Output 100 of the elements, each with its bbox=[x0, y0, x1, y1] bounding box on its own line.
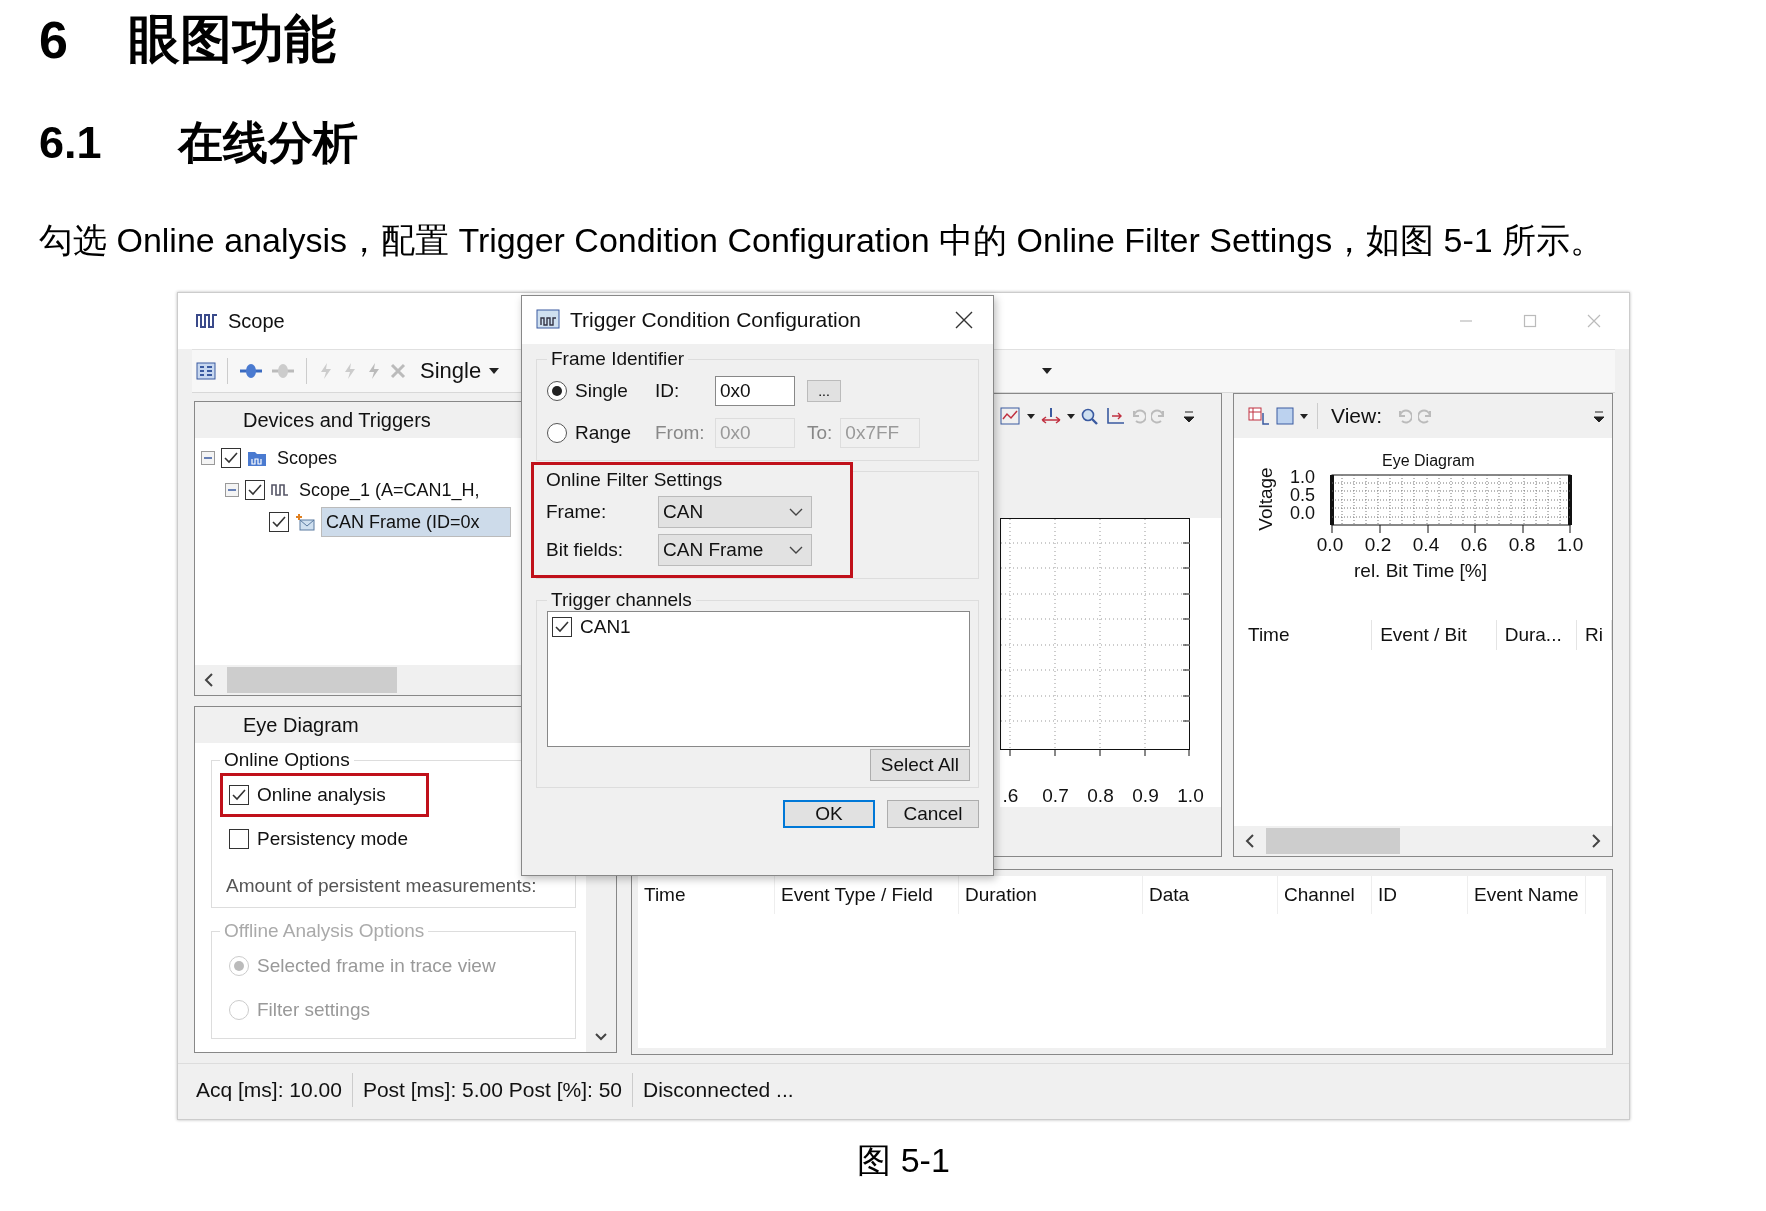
caret-icon[interactable] bbox=[1067, 413, 1075, 419]
column-header[interactable]: ID bbox=[1372, 876, 1468, 914]
group-title: Trigger channels bbox=[550, 589, 693, 611]
checkbox[interactable] bbox=[269, 512, 289, 532]
radio-button[interactable] bbox=[547, 423, 567, 443]
chevron-right-icon[interactable] bbox=[1590, 833, 1602, 849]
tree-item[interactable]: Scopes bbox=[273, 444, 463, 472]
dialog-title: Trigger Condition Configuration bbox=[570, 308, 862, 332]
scrollbar[interactable] bbox=[1234, 826, 1612, 856]
tick-label: 0.8 bbox=[1086, 785, 1115, 807]
close-icon[interactable] bbox=[955, 311, 973, 329]
column-header[interactable]: Time bbox=[1240, 620, 1373, 650]
zoom-icon[interactable] bbox=[1080, 407, 1100, 425]
folder-icon bbox=[247, 449, 267, 467]
status-text: Acq [ms]: 10.00 bbox=[186, 1073, 353, 1107]
axis-label: Voltage bbox=[1254, 467, 1277, 531]
tick-label: 0.4 bbox=[1411, 534, 1441, 556]
tick-label: .6 bbox=[1001, 785, 1020, 807]
tick-label: 1.0 bbox=[1290, 468, 1317, 486]
overflow-icon[interactable] bbox=[1592, 408, 1606, 424]
field-label: Frame: bbox=[546, 501, 608, 523]
radio-button[interactable] bbox=[547, 381, 567, 401]
tick-label: 0.9 bbox=[1131, 785, 1160, 807]
caret-icon[interactable] bbox=[1027, 413, 1035, 419]
axis-icon[interactable] bbox=[1105, 407, 1125, 425]
collapse-icon[interactable] bbox=[201, 451, 215, 465]
group-title: Offline Analysis Options bbox=[223, 920, 426, 942]
caret-icon[interactable] bbox=[1300, 413, 1308, 419]
cancel-button[interactable]: Cancel bbox=[887, 800, 979, 828]
radio-label: Selected frame in trace view bbox=[257, 955, 496, 977]
chevron-left-icon[interactable] bbox=[203, 672, 215, 688]
column-header[interactable]: Data bbox=[1143, 876, 1278, 914]
tick-label: 1.0 bbox=[1176, 785, 1205, 807]
section-title: 眼图功能 bbox=[127, 9, 336, 70]
overflow-icon[interactable] bbox=[1182, 408, 1196, 424]
section-title: 在线分析 bbox=[177, 116, 358, 170]
wave-icon bbox=[271, 482, 289, 498]
collapse-icon[interactable] bbox=[225, 483, 239, 497]
panel-title: Devices and Triggers bbox=[243, 408, 431, 432]
column-header[interactable]: Ri bbox=[1577, 620, 1612, 650]
mode-dropdown[interactable]: Single bbox=[420, 358, 482, 384]
chevron-down-icon[interactable] bbox=[594, 1032, 608, 1042]
chevron-down-icon bbox=[789, 545, 803, 555]
chart-icon[interactable] bbox=[1000, 407, 1022, 425]
connect-icon[interactable] bbox=[239, 363, 263, 379]
column-header[interactable]: Event / Bit bbox=[1372, 620, 1497, 650]
status-text: Disconnected ... bbox=[642, 1077, 795, 1103]
column-header[interactable]: Dura... bbox=[1496, 620, 1578, 650]
caret-icon[interactable] bbox=[1042, 368, 1052, 374]
tree-item[interactable]: CAN Frame (ID=0x bbox=[321, 507, 511, 537]
checkbox[interactable] bbox=[245, 480, 265, 500]
checkbox[interactable] bbox=[221, 448, 241, 468]
field-label: ID: bbox=[655, 380, 681, 402]
paragraph: 勾选 Online analysis，配置 Trigger Condition Configuration 中的 Online Filter Settings，如图 5-1 所示。 bbox=[39, 220, 1606, 261]
tick-label: 1.0 bbox=[1555, 534, 1585, 556]
chart-title: Eye Diagram bbox=[1382, 452, 1475, 470]
select-all-button[interactable]: Select All bbox=[869, 749, 970, 781]
tick-label: 0.8 bbox=[1507, 534, 1537, 556]
group-title: Online Filter Settings bbox=[546, 469, 724, 491]
chevron-left-icon[interactable] bbox=[1244, 833, 1256, 849]
tick-label: 0.0 bbox=[1315, 534, 1345, 556]
status-text: Post [ms]: 5.00 Post [%]: 50 bbox=[352, 1073, 634, 1107]
id-field[interactable]: 0x0 bbox=[715, 376, 795, 406]
checkbox[interactable] bbox=[229, 829, 249, 849]
checkbox[interactable] bbox=[552, 617, 572, 637]
column-header[interactable]: Channel bbox=[1278, 876, 1372, 914]
field-label: To: bbox=[807, 422, 833, 444]
checkbox-label: CAN1 bbox=[580, 616, 631, 638]
radio-label: Range bbox=[575, 422, 632, 444]
chevron-down-icon bbox=[789, 507, 803, 517]
checkbox-label: Persistency mode bbox=[257, 828, 408, 850]
resize-icon[interactable] bbox=[1040, 407, 1062, 425]
tick-label: 0.7 bbox=[1041, 785, 1070, 807]
scope-icon bbox=[536, 309, 562, 331]
radio-label: Filter settings bbox=[257, 999, 370, 1021]
group-title: Frame Identifier bbox=[550, 348, 686, 370]
section-number: 6.1 bbox=[39, 117, 102, 169]
window-title: Scope bbox=[228, 309, 285, 333]
frame-dropdown[interactable]: CAN bbox=[658, 496, 812, 528]
tick-label: 0.5 bbox=[1290, 486, 1317, 504]
browse-button[interactable]: ... bbox=[807, 380, 841, 402]
table-icon[interactable] bbox=[1248, 407, 1270, 425]
checkbox[interactable] bbox=[229, 785, 249, 805]
checkbox-label: Online analysis bbox=[257, 784, 386, 806]
tick-label: 0.6 bbox=[1459, 534, 1489, 556]
caret-icon[interactable] bbox=[489, 368, 500, 374]
column-header[interactable]: Event Name bbox=[1468, 876, 1586, 914]
figure-caption: 图 5-1 bbox=[856, 1140, 951, 1181]
field-label: From: bbox=[655, 422, 706, 444]
group-title: Online Options bbox=[223, 749, 351, 771]
tree-item[interactable]: Scope_1 (A=CAN1_H, bbox=[295, 476, 485, 504]
panel-title: Eye Diagram bbox=[243, 713, 359, 737]
settings-list-icon[interactable] bbox=[196, 361, 216, 381]
scope-icon bbox=[196, 311, 218, 331]
field-label: Bit fields: bbox=[546, 539, 625, 561]
radio-label: Single bbox=[575, 380, 629, 402]
tick-label: 0.2 bbox=[1363, 534, 1393, 556]
bit-fields-dropdown[interactable]: CAN Frame bbox=[658, 534, 812, 566]
ok-button[interactable]: OK bbox=[783, 800, 875, 828]
field-label: Amount of persistent measurements: bbox=[226, 874, 538, 897]
